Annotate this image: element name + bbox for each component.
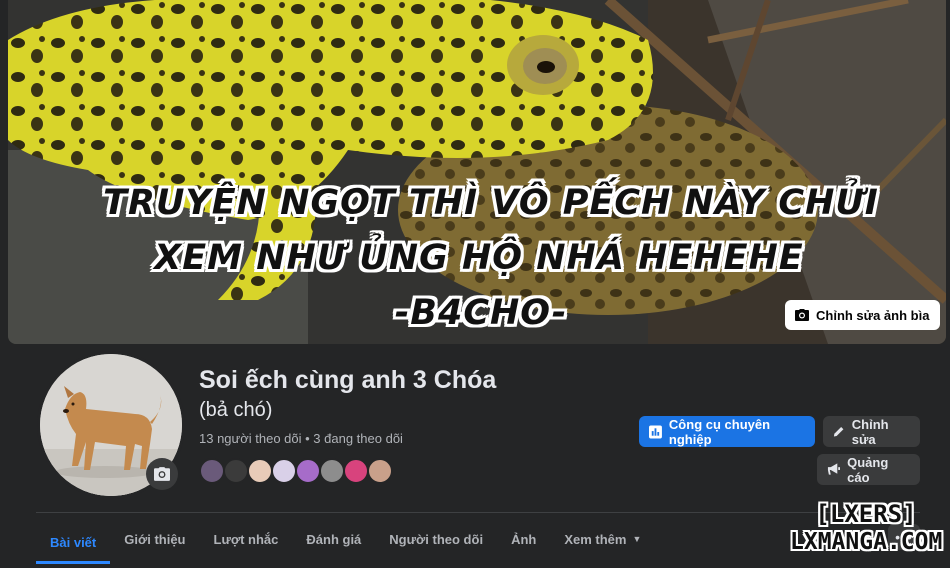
professional-tools-label: Công cụ chuyên nghiệp [668, 416, 771, 447]
tab-more[interactable]: Xem thêm ▼ [550, 520, 655, 558]
follower-avatar[interactable] [343, 458, 369, 484]
tab-mentions[interactable]: Lượt nhắc [200, 520, 293, 558]
tab-about[interactable]: Giới thiệu [110, 520, 199, 558]
edit-cover-photo-label: Chỉnh sửa ảnh bìa [816, 307, 930, 323]
follower-avatars[interactable] [199, 458, 393, 484]
follower-avatar[interactable] [295, 458, 321, 484]
camera-icon [795, 309, 809, 321]
edit-profile-label: Chỉnh sửa [851, 416, 889, 447]
tab-reviews-label: Đánh giá [306, 531, 362, 547]
follower-avatar[interactable] [223, 458, 249, 484]
update-profile-picture-button[interactable] [146, 458, 178, 490]
watermark-line-2: LXMANGA.COM [790, 529, 943, 555]
cover-photo[interactable]: TRUYỆN NGỌT THÌ VÔ PẾCH NÀY CHỬI XEM NHƯ… [8, 0, 946, 344]
tab-mentions-label: Lượt nhắc [213, 531, 279, 547]
advertise-button[interactable]: Quảng cáo [817, 454, 920, 485]
edit-profile-button[interactable]: Chỉnh sửa [823, 416, 920, 447]
tab-more-label: Xem thêm [564, 531, 627, 547]
megaphone-icon [827, 463, 841, 475]
profile-alternate-name: (bả chó) [199, 399, 273, 421]
profile-name: Soi ếch cùng anh 3 Chóa [199, 366, 497, 394]
professional-tools-button[interactable]: Công cụ chuyên nghiệp [639, 416, 815, 447]
tab-photos-label: Ảnh [511, 531, 537, 547]
tab-photos[interactable]: Ảnh [497, 520, 550, 558]
watermark: [LXERS] LXMANGA.COM [790, 500, 942, 556]
follower-avatar[interactable] [319, 458, 345, 484]
profile-tabs: Bài viết Giới thiệu Lượt nhắc Đánh giá N… [36, 520, 655, 564]
pencil-icon [833, 426, 844, 437]
tab-posts[interactable]: Bài viết [36, 520, 111, 564]
follower-avatar[interactable] [247, 458, 273, 484]
advertise-label: Quảng cáo [847, 454, 889, 485]
cover-caption-line-1: TRUYỆN NGỌT THÌ VÔ PẾCH NÀY CHỬI [103, 183, 879, 223]
follower-avatar[interactable] [367, 458, 393, 484]
follower-avatar[interactable] [199, 458, 225, 484]
cover-caption-line-2: XEM NHƯ ỦNG HỘ NHÁ HEHEHE [154, 238, 804, 278]
profile-page: TRUYỆN NGỌT THÌ VÔ PẾCH NÀY CHỬI XEM NHƯ… [0, 0, 950, 568]
tab-followers[interactable]: Người theo dõi [375, 520, 497, 558]
profile-divider [36, 512, 920, 513]
chart-icon [649, 425, 662, 438]
tab-reviews[interactable]: Đánh giá [292, 520, 375, 558]
tab-followers-label: Người theo dõi [389, 531, 484, 547]
tab-posts-label: Bài viết [50, 534, 97, 550]
camera-icon [154, 467, 170, 481]
follow-stats[interactable]: 13 người theo dõi • 3 đang theo dõi [199, 431, 403, 446]
caret-down-icon: ▼ [632, 534, 642, 544]
edit-cover-photo-button[interactable]: Chỉnh sửa ảnh bìa [785, 300, 941, 330]
follower-avatar[interactable] [271, 458, 297, 484]
tab-about-label: Giới thiệu [124, 531, 186, 547]
watermark-line-1: [LXERS] [815, 500, 917, 528]
